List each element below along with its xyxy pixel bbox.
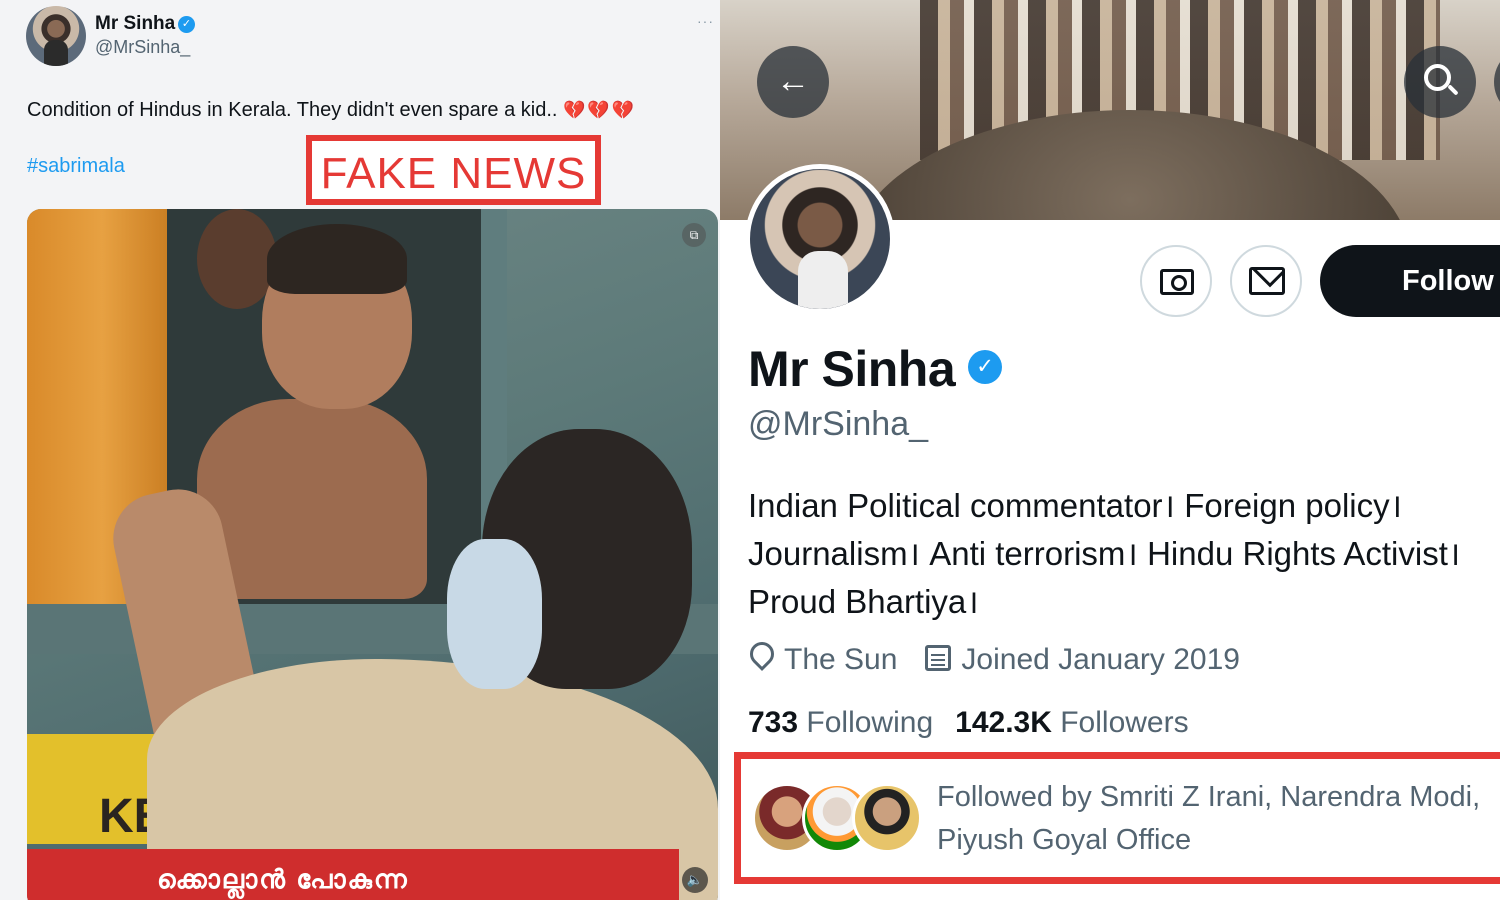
media-child-body — [197, 399, 427, 599]
followers-link[interactable]: 142.3K Followers — [955, 706, 1188, 739]
gif-icon[interactable]: ⧉ — [682, 223, 706, 247]
tweet-panel: Mr Sinha ✓ @MrSinha_ ··· Condition of Hi… — [0, 0, 720, 900]
verified-badge-icon: ✓ — [178, 16, 195, 33]
profile-bio: Indian Political commentator। Foreign po… — [748, 482, 1498, 626]
media-caption-text: ക്കൊല്ലാൻ പോകുന്ന — [157, 864, 409, 894]
profile-name: Mr Sinha — [748, 341, 956, 397]
followed-by-line: Piyush Goyal Office — [937, 824, 1192, 856]
tweet-author-handle[interactable]: @MrSinha_ — [95, 37, 190, 58]
follow-button[interactable]: Follow — [1320, 245, 1500, 317]
followed-by-text[interactable]: Followed by Smriti Z Irani, Narendra Mod… — [937, 776, 1480, 862]
search-handle — [1447, 84, 1459, 96]
following-link[interactable]: 733 Following — [748, 706, 933, 739]
followers-count: 142.3K — [955, 706, 1052, 739]
hashtag-link[interactable]: #sabrimala — [27, 155, 125, 178]
profile-stats: 733 Following 142.3K Followers — [748, 706, 1189, 740]
mute-icon[interactable]: 🔈 — [682, 867, 708, 893]
following-label: Following — [806, 706, 934, 739]
tweet-text: Condition of Hindus in Kerala. They didn… — [27, 99, 636, 122]
profile-location: The Sun — [784, 643, 898, 676]
following-count: 733 — [748, 706, 799, 739]
fake-news-label: FAKE NEWS — [320, 149, 587, 198]
mail-icon — [1249, 267, 1285, 295]
calendar-icon — [925, 645, 952, 671]
verified-badge-icon: ✓ — [968, 350, 1002, 384]
profile-handle: @MrSinha_ — [748, 405, 929, 443]
media-officer-mask — [447, 539, 542, 689]
message-button[interactable] — [1230, 245, 1302, 317]
profile-joined: Joined January 2019 — [961, 643, 1240, 676]
money-icon — [1160, 269, 1194, 295]
profile-avatar[interactable] — [745, 164, 895, 314]
bio-line: Indian Political commentator। Foreign po… — [748, 487, 1403, 524]
followed-by-line: Followed by Smriti Z Irani, Narendra Mod… — [937, 781, 1481, 813]
broken-heart-emoji: 💔💔💔 — [563, 100, 637, 120]
bio-line: Journalism। Anti terrorism। Hindu Rights… — [748, 535, 1461, 572]
location-pin-icon — [748, 642, 774, 672]
follower-avatar[interactable] — [852, 783, 922, 853]
fake-news-stamp: FAKE NEWS — [306, 135, 601, 205]
more-options-icon[interactable]: ··· — [697, 13, 714, 29]
tip-button[interactable] — [1140, 245, 1212, 317]
followers-label: Followers — [1060, 706, 1189, 739]
back-arrow-icon[interactable]: ← — [757, 46, 829, 118]
tweet-author-name[interactable]: Mr Sinha — [95, 13, 175, 35]
tweet-author-avatar[interactable] — [26, 6, 86, 66]
media-child-hair — [267, 224, 407, 294]
profile-meta: The Sun Joined January 2019 — [748, 642, 1240, 677]
profile-panel: ← Follow Mr Sinha ✓ @MrSinha_ Indian Pol… — [720, 0, 1500, 900]
tweet-text-body: Condition of Hindus in Kerala. They didn… — [27, 99, 558, 121]
tweet-video[interactable]: KE ക്കൊല്ലാൻ പോകുന്ന ⧉ 🔈 — [27, 209, 718, 900]
bio-line: Proud Bhartiya। — [748, 583, 979, 620]
search-icon[interactable] — [1404, 46, 1476, 118]
